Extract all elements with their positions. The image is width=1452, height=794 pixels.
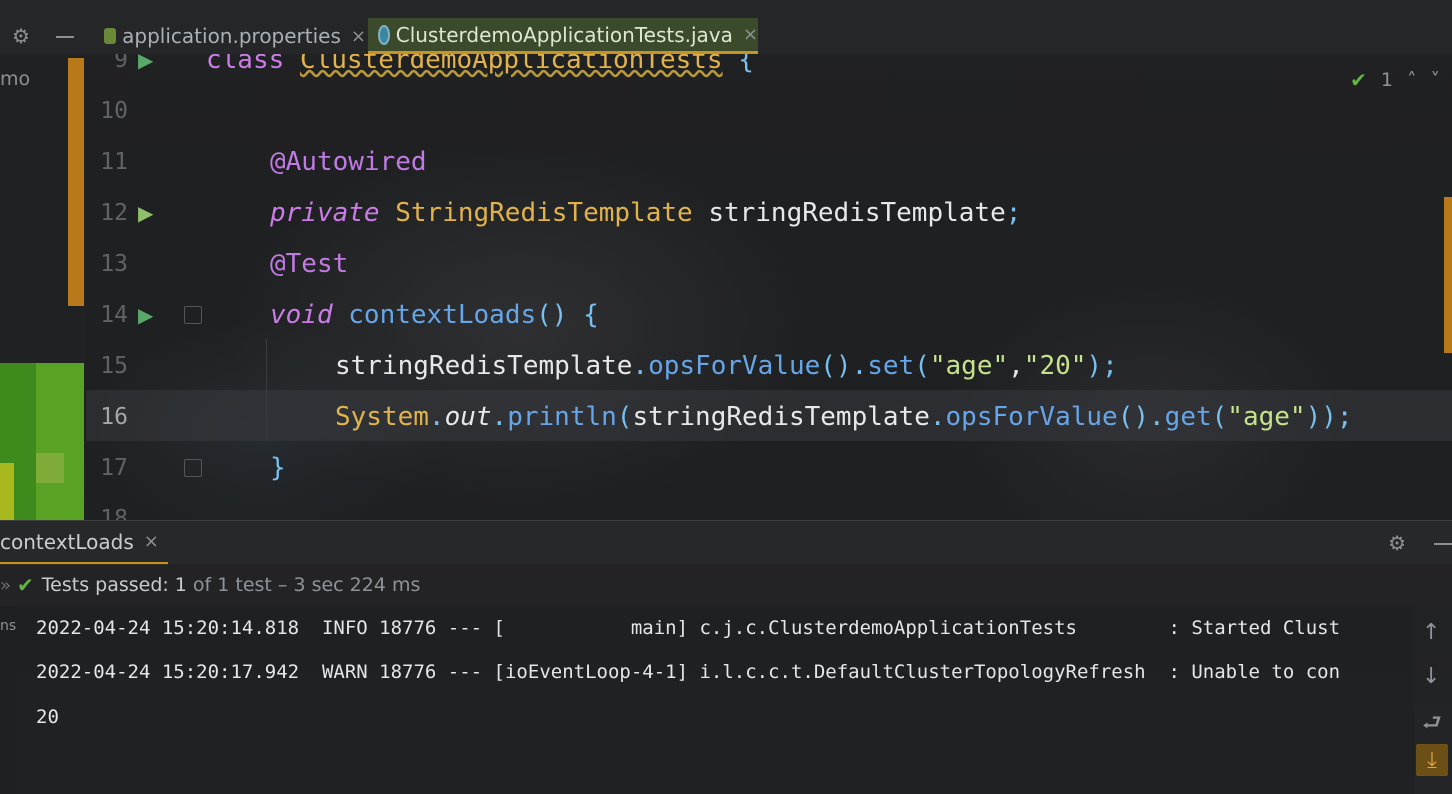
test-tree-strip: ns: [0, 606, 16, 794]
tab-close-icon[interactable]: ×: [743, 24, 758, 45]
project-name-fragment: mo: [0, 68, 31, 90]
run-panel-header: contextLoads × ⚙: [0, 520, 1452, 565]
scrollbar-thumb[interactable]: [1444, 197, 1452, 353]
fold-icon[interactable]: [184, 458, 202, 477]
changes-marker: [68, 58, 84, 306]
gutter-line: 11: [86, 136, 266, 187]
code-line-12: private StringRedisTemplate stringRedisT…: [270, 197, 1022, 228]
run-tab-close-icon[interactable]: ×: [144, 531, 159, 552]
line-number: 11: [100, 148, 128, 175]
project-panel: mo: [0, 54, 86, 520]
previous-highlight-icon[interactable]: ˄: [1407, 69, 1417, 91]
tests-duration-text: of 1 test – 3 sec 224 ms: [192, 574, 421, 596]
inspection-check-icon: ✔: [1350, 68, 1367, 92]
scroll-to-end-icon[interactable]: ⤓: [1416, 744, 1448, 776]
tab-application-properties[interactable]: application.properties ×: [98, 18, 366, 54]
properties-file-icon: [104, 28, 117, 44]
line-number: 18: [100, 505, 128, 521]
fold-icon[interactable]: [184, 305, 202, 324]
line-number: 14: [100, 301, 128, 328]
autowired-bean-icon[interactable]: ▶: [138, 201, 153, 225]
gutter-line: 17: [86, 442, 266, 493]
editor-tab-bar: ⚙ application.properties × ClusterdemoAp…: [0, 0, 1452, 54]
code-line-14: void contextLoads() {: [270, 299, 599, 330]
code-line-9: class ClusterdemoApplicationTests {: [206, 54, 754, 75]
gutter-line: 16: [86, 391, 266, 442]
line-number: 12: [100, 199, 128, 226]
console-toolbar: ↑ ↓ ⮐ ⤓: [1414, 606, 1452, 794]
tests-passed-count: 1: [174, 574, 187, 596]
hide-panel-icon[interactable]: [56, 36, 74, 38]
code-line-15: stringRedisTemplate. opsForValue(). set("a…: [335, 350, 1118, 381]
java-class-icon: [378, 24, 390, 45]
indent-guide: [266, 339, 267, 441]
console-line: 2022-04-24 15:20:17.942 WARN 18776 --- […: [36, 661, 1341, 683]
gutter-line: 10: [86, 85, 266, 136]
gutter-line: 18: [86, 493, 266, 521]
test-tree-fragment: ns: [0, 618, 17, 634]
line-number: 17: [100, 454, 128, 481]
console-line: 20: [36, 706, 59, 728]
console-output[interactable]: 2022-04-24 15:20:14.818 INFO 18776 --- […: [16, 606, 1414, 794]
code-line-11: @Autowired: [270, 146, 427, 177]
hide-run-panel-icon[interactable]: [1434, 543, 1452, 545]
line-number: 13: [100, 250, 128, 277]
inspection-count: 1: [1380, 69, 1393, 91]
line-number: 9: [114, 54, 128, 73]
panel-image-fragment: [0, 363, 84, 520]
up-arrow-icon[interactable]: ↑: [1422, 620, 1440, 645]
down-arrow-icon[interactable]: ↓: [1422, 664, 1440, 689]
line-number: 16: [100, 403, 128, 430]
gutter-line: 13: [86, 238, 266, 289]
code-line-13: @Test: [270, 248, 349, 279]
code-editor[interactable]: 9 ▶ class ClusterdemoApplicationTests { …: [86, 54, 1452, 520]
tests-passed-check-icon: ✔: [17, 573, 34, 597]
code-line-17: }: [270, 452, 286, 483]
console-line: 2022-04-24 15:20:14.818 INFO 18776 --- […: [36, 617, 1341, 639]
gutter-line: 14 ▶: [86, 289, 266, 340]
next-highlight-icon[interactable]: ˅: [1431, 69, 1441, 91]
settings-gear-icon[interactable]: ⚙: [12, 26, 30, 46]
test-status-bar: » ✔ Tests passed: 1 of 1 test – 3 sec 22…: [0, 564, 1452, 606]
soft-wrap-icon[interactable]: ⮐: [1422, 706, 1442, 744]
tab-label: application.properties: [122, 24, 341, 48]
tab-label: ClusterdemoApplicationTests.java: [395, 22, 733, 47]
line-number: 10: [100, 97, 128, 124]
run-test-icon[interactable]: ▶: [138, 303, 153, 327]
inspection-widget[interactable]: ✔ 1 ˄ ˅: [1350, 68, 1440, 92]
code-line-16: System. out. println(stringRedisTemplate. o…: [335, 401, 1353, 432]
run-settings-gear-icon[interactable]: ⚙: [1388, 533, 1406, 553]
tests-passed-label: Tests passed:: [41, 574, 169, 596]
expand-arrow-icon[interactable]: »: [0, 575, 11, 596]
line-number: 15: [100, 352, 128, 379]
tab-clusterdemo-application-tests[interactable]: ClusterdemoApplicationTests.java ×: [368, 18, 758, 54]
run-tab-label: contextLoads: [0, 529, 134, 554]
gutter-line: 15: [86, 340, 266, 391]
gutter-line: 12 ▶: [86, 187, 266, 238]
run-tab-contextloads[interactable]: contextLoads ×: [0, 521, 168, 565]
run-class-icon[interactable]: ▶: [138, 54, 153, 72]
tab-close-icon[interactable]: ×: [351, 26, 366, 47]
